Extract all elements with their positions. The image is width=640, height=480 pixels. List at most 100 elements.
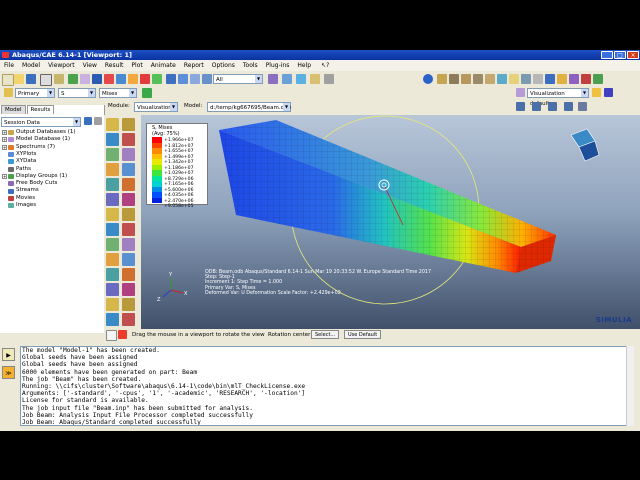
- menu-file[interactable]: File: [0, 62, 18, 69]
- maximize-button[interactable]: □: [614, 51, 626, 59]
- back-arrow-icon[interactable]: [106, 330, 117, 341]
- shaded-edges-icon[interactable]: [485, 74, 495, 84]
- color-code-icon[interactable]: [310, 74, 320, 84]
- tree-item[interactable]: Paths: [2, 165, 76, 172]
- expand-icon[interactable]: +: [2, 144, 7, 150]
- filled-icon[interactable]: [473, 74, 483, 84]
- plot-contours-icon[interactable]: [106, 133, 119, 146]
- view-top-icon[interactable]: [202, 74, 212, 84]
- annotation-icon[interactable]: [557, 74, 567, 84]
- query-values-icon[interactable]: [106, 208, 119, 221]
- create-field-icon[interactable]: [106, 268, 119, 281]
- collapse-icon[interactable]: [94, 117, 102, 125]
- module-combo[interactable]: Visualization ▼: [134, 102, 178, 112]
- close-button[interactable]: ×: [627, 51, 639, 59]
- save-view-icon[interactable]: [592, 88, 601, 97]
- menu-report[interactable]: Report: [180, 62, 208, 69]
- view-iso-icon[interactable]: [166, 74, 176, 84]
- section-icon[interactable]: [106, 283, 119, 296]
- zoom-box-icon[interactable]: [128, 74, 138, 84]
- menu-tools[interactable]: Tools: [239, 62, 262, 69]
- expand-icon[interactable]: +: [2, 173, 7, 179]
- last-frame-icon[interactable]: [564, 102, 573, 111]
- use-default-button[interactable]: Use Default: [344, 330, 382, 339]
- tree-item[interactable]: Images: [2, 202, 76, 209]
- perspective-icon[interactable]: [497, 74, 507, 84]
- info-icon[interactable]: [423, 74, 433, 84]
- visualization-defaults-combo[interactable]: Visualization defaults ▼: [527, 88, 589, 107]
- kernel-command-icon[interactable]: ≫: [2, 366, 15, 379]
- message-scrollbar[interactable]: [626, 346, 634, 426]
- wireframe-icon[interactable]: [449, 74, 459, 84]
- view-manager-icon[interactable]: [516, 88, 525, 97]
- message-area-toggle-icon[interactable]: ▶: [2, 348, 15, 361]
- print-icon[interactable]: [40, 74, 52, 86]
- tool-icon-a[interactable]: [106, 313, 119, 326]
- select-icon[interactable]: [68, 74, 78, 84]
- tree-item[interactable]: + Display Groups (1): [2, 173, 76, 180]
- plot-symbols-icon[interactable]: [122, 133, 135, 146]
- cycle-views-icon[interactable]: [152, 74, 162, 84]
- menu-model[interactable]: Model: [18, 62, 44, 69]
- menu-help[interactable]: Help: [293, 62, 315, 69]
- expand-icon[interactable]: +: [2, 130, 7, 136]
- axis-icon[interactable]: [545, 74, 555, 84]
- display-options-icon[interactable]: [122, 268, 135, 281]
- model-combo[interactable]: d:/temp/kg667695/Beam.odb ▼: [207, 102, 291, 112]
- render-mode-icon[interactable]: [437, 74, 447, 84]
- menu-options[interactable]: Options: [208, 62, 239, 69]
- xy-data-icon[interactable]: [106, 193, 119, 206]
- stream-icon[interactable]: [106, 253, 119, 266]
- tab-model[interactable]: Model: [1, 105, 26, 114]
- message-log[interactable]: The model "Model-1" has been created. Glo…: [20, 346, 633, 426]
- tree-item[interactable]: Streams: [2, 187, 76, 194]
- animate-time-icon[interactable]: [122, 178, 135, 191]
- translucency-icon[interactable]: [521, 74, 531, 84]
- tree-item[interactable]: + Model Database (1): [2, 136, 76, 143]
- display-options-icon[interactable]: [268, 74, 278, 84]
- tree-item[interactable]: + Output Databases (1): [2, 129, 76, 136]
- palette-icon[interactable]: [324, 74, 334, 84]
- menu-viewport[interactable]: Viewport: [44, 62, 79, 69]
- new-file-icon[interactable]: [2, 74, 14, 86]
- tree-item[interactable]: Movies: [2, 195, 76, 202]
- animate-scale-icon[interactable]: [106, 178, 119, 191]
- open-folder-icon[interactable]: [14, 74, 24, 84]
- plot-undeformed-icon[interactable]: [106, 118, 119, 131]
- view-cut-icon[interactable]: [106, 238, 119, 251]
- plot-material-orientation-icon[interactable]: [106, 148, 119, 161]
- free-body-icon[interactable]: [122, 238, 135, 251]
- apply-check-icon[interactable]: [142, 88, 152, 98]
- datum-icon[interactable]: [533, 74, 543, 84]
- cancel-icon[interactable]: [118, 330, 127, 339]
- expand-icon[interactable]: +: [2, 137, 7, 143]
- session-data-combo[interactable]: Session Data ▼: [1, 117, 81, 127]
- allow-multiple-plots-icon[interactable]: [122, 148, 135, 161]
- menu-result[interactable]: Result: [101, 62, 128, 69]
- cursor-icon[interactable]: [80, 74, 90, 84]
- menu-plot[interactable]: Plot: [127, 62, 146, 69]
- contour-options-icon[interactable]: [106, 163, 119, 176]
- tree-item[interactable]: XYPlots: [2, 151, 76, 158]
- select-button[interactable]: Select...: [311, 330, 340, 339]
- plot-deformed-icon[interactable]: [122, 118, 135, 131]
- view-settings-icon[interactable]: [604, 88, 613, 97]
- rotate-icon[interactable]: [104, 74, 114, 84]
- magnify-icon[interactable]: [116, 74, 126, 84]
- save-icon[interactable]: [26, 74, 36, 84]
- view-front-icon[interactable]: [178, 74, 188, 84]
- display-group-icon[interactable]: [106, 223, 119, 236]
- animation-options-icon[interactable]: [578, 102, 587, 111]
- tree-item[interactable]: + Spectrums (7): [2, 144, 76, 151]
- field-output-icon[interactable]: [4, 88, 13, 97]
- tab-results[interactable]: Results: [26, 105, 55, 114]
- menu-animate[interactable]: Animate: [147, 62, 180, 69]
- auto-fit-icon[interactable]: [140, 74, 150, 84]
- play-icon[interactable]: [548, 102, 557, 111]
- field-variable-combo[interactable]: S ▼: [58, 88, 96, 98]
- shaded-icon[interactable]: [296, 74, 306, 84]
- viewport[interactable]: Y X Z S, Mises (Avg: 75%) +1.966e+07 +1.8…: [141, 115, 640, 330]
- display-group-combo[interactable]: All ▼: [213, 74, 263, 84]
- probe-icon[interactable]: [122, 283, 135, 296]
- toggle-lights-icon[interactable]: [509, 74, 519, 84]
